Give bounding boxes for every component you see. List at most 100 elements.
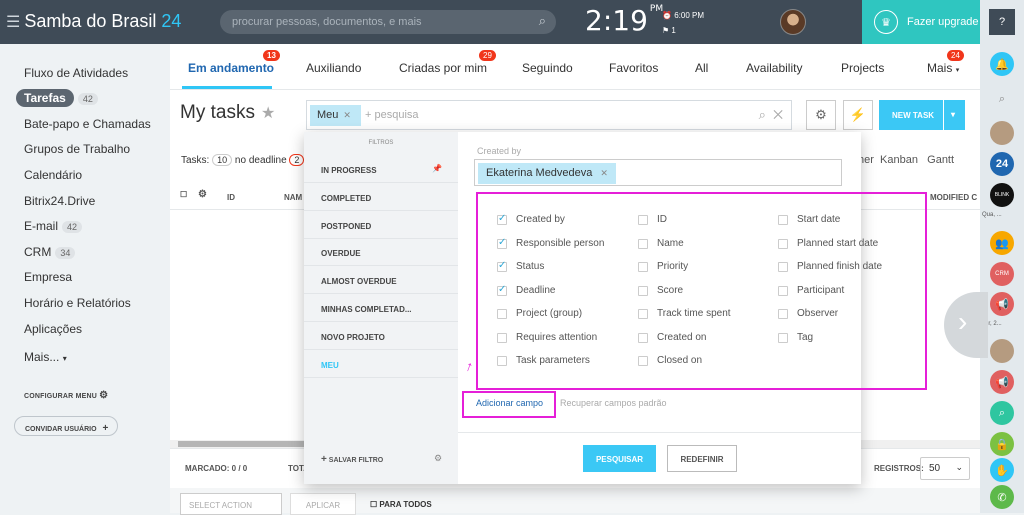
preset-almost-overdue[interactable]: ALMOST OVERDUE	[304, 266, 458, 294]
tab-favoritos[interactable]: Favoritos	[609, 61, 658, 75]
checkbox[interactable]	[638, 332, 648, 343]
no-deadline-count[interactable]: 10	[212, 154, 233, 166]
checkbox[interactable]	[638, 285, 648, 296]
scrollbar-thumb[interactable]	[178, 441, 308, 447]
close-icon[interactable]: ✕	[773, 107, 783, 122]
field-requires-attention[interactable]: Requires attention	[497, 332, 597, 343]
configure-menu-button[interactable]: CONFIGURAR MENU ⚙	[24, 390, 108, 401]
field-tag[interactable]: Tag	[778, 332, 813, 343]
field-score[interactable]: Score	[638, 285, 683, 296]
checkbox[interactable]	[778, 214, 788, 225]
preset-minhas-completadas[interactable]: MINHAS COMPLETAD...	[304, 294, 458, 322]
filter-search-box[interactable]: Meu ✕ + pesquisa ⌕ ✕	[306, 100, 792, 130]
tab-all[interactable]: All	[695, 61, 708, 75]
preset-completed[interactable]: COMPLETED	[304, 183, 458, 211]
search-doc-icon[interactable]: ⌕	[990, 401, 1014, 425]
chevron-down-icon[interactable]: ▾	[951, 110, 955, 119]
contact-avatar-2[interactable]	[990, 339, 1014, 363]
contact-avatar[interactable]	[990, 121, 1014, 145]
field-deadline[interactable]: Deadline	[497, 284, 555, 296]
sidebar-item-drive[interactable]: Bitrix24.Drive	[24, 194, 95, 208]
field-task-parameters[interactable]: Task parameters	[497, 355, 590, 366]
field-id[interactable]: ID	[638, 214, 667, 225]
close-icon[interactable]: ✕	[343, 110, 351, 120]
sidebar-item-reports[interactable]: Horário e Relatórios	[24, 296, 131, 310]
field-track-time-spent[interactable]: Track time spent	[638, 308, 731, 319]
settings-button[interactable]: ⚙	[806, 100, 836, 130]
preset-postponed[interactable]: POSTPONED	[304, 211, 458, 239]
field-responsible-person[interactable]: Responsible person	[497, 237, 604, 249]
menu-icon[interactable]: ☰	[6, 12, 20, 32]
apply-button[interactable]: APLICAR	[290, 493, 356, 515]
checkbox[interactable]	[497, 355, 507, 366]
checkbox[interactable]	[778, 285, 788, 296]
megaphone-icon-2[interactable]: 📢	[990, 370, 1014, 394]
checkbox[interactable]	[497, 332, 507, 343]
checkbox[interactable]	[497, 213, 507, 225]
sidebar-item-email[interactable]: E-mail 42	[24, 219, 83, 233]
field-status[interactable]: Status	[497, 260, 544, 272]
user-avatar[interactable]	[780, 9, 806, 35]
tab-em-andamento[interactable]: Em andamento 13	[188, 50, 280, 75]
select-action-dropdown[interactable]: SELECT ACTION	[180, 493, 282, 515]
sidebar-item-crm[interactable]: CRM 34	[24, 245, 76, 259]
tab-auxiliando[interactable]: Auxiliando	[306, 61, 361, 75]
column-modified[interactable]: MODIFIED C	[930, 193, 977, 202]
group-icon[interactable]: 👥	[990, 231, 1014, 255]
search-icon[interactable]: ⌕	[759, 107, 766, 122]
restore-default-fields-link[interactable]: Recuperar campos padrão	[560, 398, 667, 408]
view-kanban[interactable]: Kanban	[880, 154, 918, 166]
crm-icon[interactable]: CRM	[990, 262, 1014, 286]
field-project-group[interactable]: Project (group)	[497, 308, 582, 319]
view-gantt[interactable]: Gantt	[927, 154, 954, 166]
checkbox[interactable]	[638, 308, 648, 319]
preset-in-progress[interactable]: IN PROGRESS 📌	[304, 155, 458, 183]
add-field-link[interactable]: Adicionar campo	[476, 398, 543, 408]
per-page-select[interactable]: 50 ⌄	[920, 457, 970, 480]
megaphone-icon[interactable]: 📢	[990, 292, 1014, 316]
checkbox[interactable]	[497, 237, 507, 249]
people-icon[interactable]: ✋	[990, 458, 1014, 482]
field-planned-start-date[interactable]: Planned start date	[778, 238, 878, 249]
checkbox[interactable]	[638, 261, 648, 272]
pin-icon[interactable]: 📌	[432, 164, 442, 173]
close-icon[interactable]: ✕	[600, 168, 608, 178]
search-icon[interactable]: ⌕	[539, 13, 546, 29]
field-planned-finish-date[interactable]: Planned finish date	[778, 261, 882, 272]
save-filter-button[interactable]: + SALVAR FILTRO	[321, 454, 383, 465]
tab-mais[interactable]: Mais ▾ 24	[927, 50, 964, 75]
checkbox[interactable]	[497, 260, 507, 272]
sidebar-item-more[interactable]: Mais... ▾	[24, 350, 67, 364]
checkbox[interactable]	[497, 308, 507, 319]
apply-to-all-checkbox[interactable]: ☐ PARA TODOS	[370, 500, 432, 509]
tab-projects[interactable]: Projects	[841, 61, 884, 75]
field-priority[interactable]: Priority	[638, 261, 688, 272]
sidebar-item-groups[interactable]: Grupos de Trabalho	[24, 142, 130, 156]
bitrix24-icon[interactable]: 24	[990, 152, 1014, 176]
sidebar-item-apps[interactable]: Aplicações	[24, 322, 82, 336]
checkbox[interactable]	[497, 284, 507, 296]
clock[interactable]: 2:19 PM	[585, 4, 663, 37]
field-observer[interactable]: Observer	[778, 308, 838, 319]
user-chip[interactable]: Ekaterina Medvedeva ✕	[478, 163, 616, 184]
automation-button[interactable]: ⚡	[843, 100, 873, 130]
tab-criadas-por-mim[interactable]: Criadas por mim 29	[399, 50, 496, 75]
field-participant[interactable]: Participant	[778, 285, 844, 296]
star-icon[interactable]: ★	[261, 105, 275, 122]
phone-icon[interactable]: ✆	[990, 485, 1014, 509]
preset-novo-projeto[interactable]: NOVO PROJETO	[304, 322, 458, 350]
filter-chip[interactable]: Meu ✕	[310, 105, 361, 126]
preset-overdue[interactable]: OVERDUE	[304, 238, 458, 266]
blink-icon[interactable]: BLINK	[990, 183, 1014, 207]
search-icon[interactable]: ⌕	[990, 87, 1014, 111]
tab-availability[interactable]: Availability	[746, 61, 802, 75]
help-icon[interactable]: ?	[989, 9, 1015, 35]
overdue-count[interactable]: 2	[289, 154, 305, 166]
gear-icon[interactable]: ⚙	[198, 189, 207, 200]
tab-seguindo[interactable]: Seguindo	[522, 61, 573, 75]
created-by-field[interactable]: Ekaterina Medvedeva ✕	[474, 159, 842, 186]
no-deadline-label[interactable]: no deadline	[235, 155, 287, 166]
preset-meu[interactable]: MEU	[304, 350, 458, 378]
column-name[interactable]: NAM	[284, 193, 302, 202]
checkbox[interactable]	[778, 308, 788, 319]
